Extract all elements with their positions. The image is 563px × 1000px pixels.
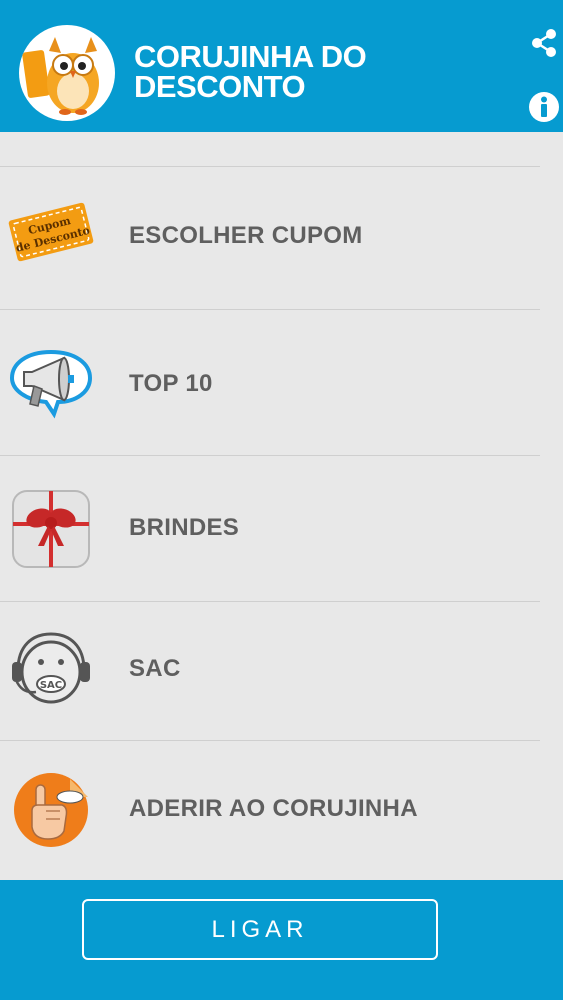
menu-item-label: BRINDES (129, 514, 240, 541)
coupon-icon: Cupom de Desconto (8, 189, 94, 275)
app-header: CORUJINHA DO DESCONTO (0, 0, 563, 132)
menu-item-label: ADERIR AO CORUJINHA (129, 795, 418, 822)
menu-item-top-10[interactable]: TOP 10 (0, 310, 540, 456)
app-title-line2: DESCONTO (134, 69, 306, 104)
menu-item-label: SAC (129, 655, 181, 682)
scrollbar-track (545, 132, 563, 880)
gift-icon (8, 486, 94, 572)
app-title-line1: CORUJINHA DO (134, 39, 367, 74)
hand-icon (8, 767, 94, 853)
call-button[interactable]: LIGAR (82, 899, 438, 960)
sac-icon-text: SAC (40, 680, 62, 691)
app-title: CORUJINHA DO DESCONTO (134, 39, 434, 104)
main-menu: Cupom de Desconto ESCOLHER CUPOM TOP 10 (0, 166, 540, 882)
menu-item-aderir[interactable]: ADERIR AO CORUJINHA (0, 741, 540, 882)
support-headset-icon: SAC (8, 626, 94, 712)
info-icon[interactable] (528, 91, 560, 123)
menu-item-sac[interactable]: SAC SAC (0, 602, 540, 741)
menu-item-escolher-cupom[interactable]: Cupom de Desconto ESCOLHER CUPOM (0, 167, 540, 310)
app-footer: LIGAR (0, 880, 563, 1000)
megaphone-icon (8, 340, 94, 426)
owl-logo-icon (19, 25, 115, 121)
share-icon[interactable] (528, 27, 560, 59)
menu-item-label: ESCOLHER CUPOM (129, 222, 363, 249)
menu-item-brindes[interactable]: BRINDES (0, 456, 540, 602)
menu-item-label: TOP 10 (129, 370, 213, 397)
